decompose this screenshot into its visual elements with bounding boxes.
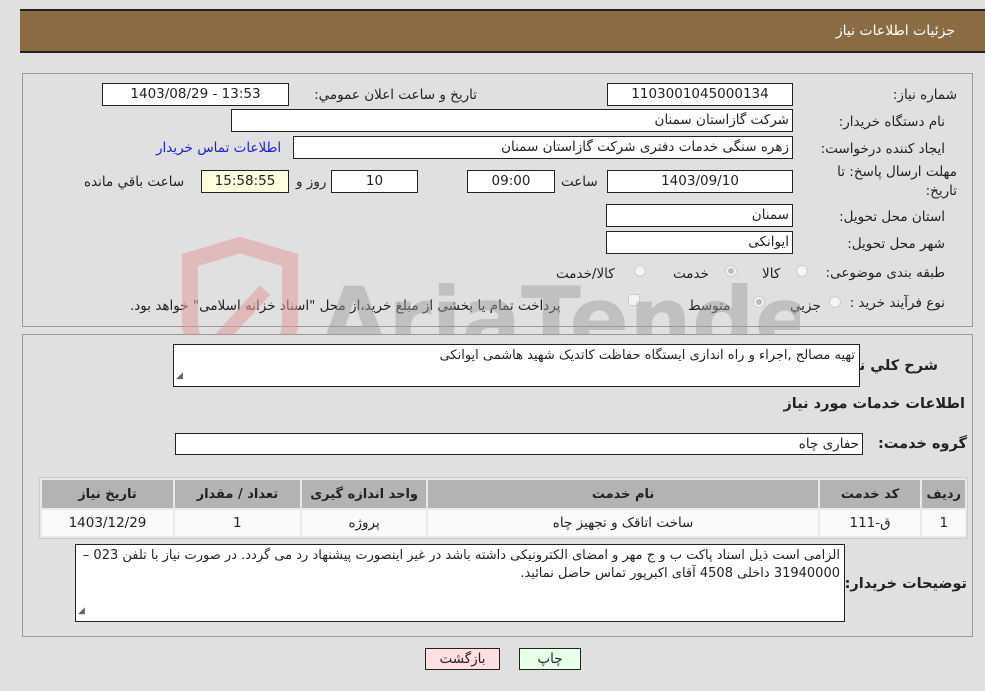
- purchase-type-label: نوع فرآیند خرید :: [849, 295, 945, 311]
- category-goods-label: کالا: [762, 266, 781, 282]
- deadline-time-label: ساعت: [561, 174, 598, 190]
- category-goods-service-label: کالا/خدمت: [556, 266, 615, 282]
- services-heading: اطلاعات خدمات مورد نیاز: [783, 396, 965, 412]
- category-service-radio[interactable]: [725, 265, 737, 277]
- category-label: طبقه بندی موضوعی:: [825, 265, 945, 281]
- remaining-days-label: روز و: [296, 174, 327, 190]
- service-group-label: گروه خدمت:: [877, 436, 967, 452]
- table-row: 1 ق-111 ساخت اتاقک و تجهیز چاه پروژه 1 1…: [42, 510, 965, 536]
- treasury-checkbox-label: پرداخت تمام یا بخشی از مبلغ خرید،از محل …: [130, 298, 561, 314]
- resize-grip-icon[interactable]: ◢: [78, 602, 85, 620]
- page-title: جزئیات اطلاعات نیاز: [835, 23, 955, 39]
- deadline-time-field[interactable]: 09:00: [467, 170, 555, 193]
- col-row-number: ردیف: [922, 480, 965, 508]
- requester-field[interactable]: زهره سنگی خدمات دفتری شرکت گازاستان سمنا…: [293, 136, 793, 159]
- col-unit: واحد اندازه گیری: [301, 480, 427, 508]
- resize-grip-icon[interactable]: ◢: [176, 367, 183, 385]
- description-text: تهیه مصالح ,اجراء و راه اندازی ایستگاه ح…: [439, 348, 855, 363]
- province-field[interactable]: سمنان: [606, 204, 793, 227]
- print-button[interactable]: چاپ: [519, 648, 581, 670]
- description-textarea[interactable]: تهیه مصالح ,اجراء و راه اندازی ایستگاه ح…: [173, 344, 860, 387]
- col-quantity: تعداد / مقدار: [174, 480, 300, 508]
- province-label: استان محل تحویل:: [839, 209, 945, 225]
- cell-service-name: ساخت اتاقک و تجهیز چاه: [428, 510, 818, 536]
- remaining-time-label: ساعت باقي مانده: [84, 174, 185, 190]
- category-goods-radio[interactable]: [796, 265, 808, 277]
- cell-quantity: 1: [174, 510, 300, 536]
- need-number-field[interactable]: 1103001045000134: [607, 83, 793, 106]
- requester-label: ایجاد کننده درخواست:: [820, 141, 945, 157]
- back-button[interactable]: بازگشت: [425, 648, 500, 670]
- remaining-days-field[interactable]: 10: [331, 170, 418, 193]
- page-header: جزئیات اطلاعات نیاز: [20, 9, 985, 53]
- city-label: شهر محل تحویل:: [847, 236, 945, 252]
- city-field[interactable]: ایوانکی: [606, 231, 793, 254]
- cell-unit: پروژه: [301, 510, 427, 536]
- purchase-type-medium-label: متوسط: [688, 298, 731, 314]
- deadline-label: مهلت ارسال پاسخ: تا تاریخ:: [837, 164, 957, 199]
- cell-need-date: 1403/12/29: [42, 510, 173, 536]
- buyer-notes-label: توضیحات خریدار:: [844, 576, 967, 592]
- purchase-type-minor-label: جزیي: [790, 298, 821, 314]
- services-table: ردیف کد خدمت نام خدمت واحد اندازه گیری ت…: [39, 477, 968, 539]
- service-group-field[interactable]: حفاری چاه: [175, 433, 863, 455]
- announce-datetime-label: تاریخ و ساعت اعلان عمومي:: [314, 87, 477, 103]
- buyer-contact-link[interactable]: اطلاعات تماس خریدار: [156, 140, 281, 156]
- table-header-row: ردیف کد خدمت نام خدمت واحد اندازه گیری ت…: [42, 480, 965, 508]
- need-number-label: شماره نیاز:: [892, 87, 957, 103]
- cell-row-number: 1: [922, 510, 965, 536]
- purchase-type-medium-radio[interactable]: [753, 296, 765, 308]
- treasury-checkbox[interactable]: [628, 294, 640, 306]
- buyer-org-field[interactable]: شرکت گازاستان سمنان: [231, 109, 793, 132]
- category-service-label: خدمت: [673, 266, 709, 282]
- remaining-time-field: 15:58:55: [201, 170, 289, 193]
- buyer-notes-textarea[interactable]: الزامی است ذیل اسناد پاکت ب و ج مهر و ام…: [75, 544, 845, 622]
- buyer-notes-text: الزامی است ذیل اسناد پاکت ب و ج مهر و ام…: [82, 548, 840, 581]
- announce-datetime-field[interactable]: 1403/08/29 - 13:53: [102, 83, 289, 106]
- col-service-name: نام خدمت: [428, 480, 818, 508]
- buyer-org-label: نام دستگاه خریدار:: [838, 114, 945, 130]
- col-need-date: تاریخ نیاز: [42, 480, 173, 508]
- col-service-code: کد خدمت: [819, 480, 921, 508]
- purchase-type-minor-radio[interactable]: [829, 296, 841, 308]
- cell-service-code: ق-111: [819, 510, 921, 536]
- category-goods-service-radio[interactable]: [634, 265, 646, 277]
- deadline-date-field[interactable]: 1403/09/10: [607, 170, 793, 193]
